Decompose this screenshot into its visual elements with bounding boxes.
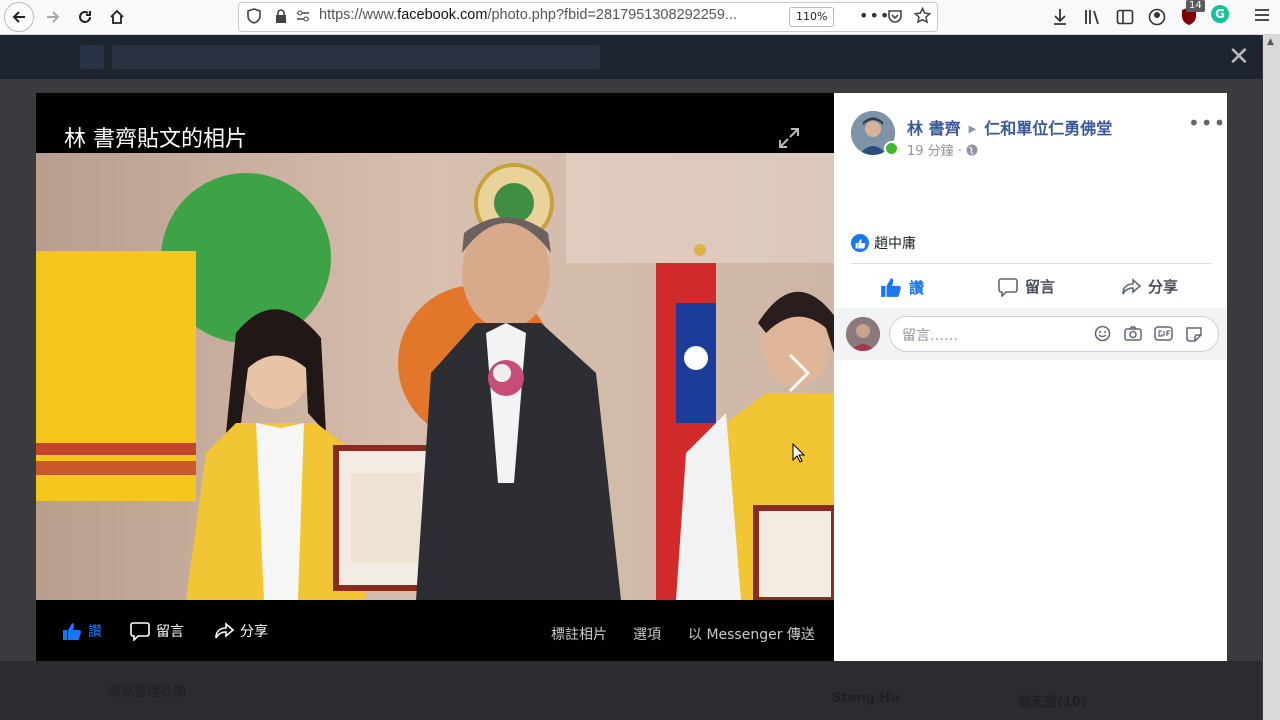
facebook-logo-icon xyxy=(80,45,104,69)
reactor-name: 趙中庸 xyxy=(874,236,916,252)
home-button[interactable] xyxy=(104,4,130,30)
page-scrollbar[interactable]: ▲ xyxy=(1263,35,1280,720)
commenter-avatar xyxy=(846,317,880,351)
post-share-button[interactable]: 分享 xyxy=(1121,276,1178,297)
globe-privacy-icon xyxy=(966,144,978,156)
chat-name-dimmed: Stang Hu xyxy=(832,691,900,706)
next-photo-arrow-icon[interactable] xyxy=(786,351,812,406)
sidebar-icon[interactable] xyxy=(1116,8,1134,30)
send-messenger-link[interactable]: 以 Messenger 傳送 xyxy=(688,624,815,644)
thumbs-up-icon xyxy=(881,278,901,297)
photo-stage: 林 書齊貼文的相片 讚 留言 分享 標註相片 選項 以 Messenger 傳送 xyxy=(36,93,834,661)
author-name-link[interactable]: 林 書齊 xyxy=(907,119,961,138)
photo-like-button[interactable]: 讚 xyxy=(62,621,102,641)
fullscreen-icon[interactable] xyxy=(778,127,800,155)
photo-action-bar: 讚 留言 分享 標註相片 選項 以 Messenger 傳送 xyxy=(36,600,834,661)
reload-button[interactable] xyxy=(72,4,98,30)
bookmark-star-icon[interactable] xyxy=(913,6,932,28)
options-link[interactable]: 選項 xyxy=(633,624,661,644)
post-comment-button[interactable]: 留言 xyxy=(998,276,1055,297)
online-status-indicator xyxy=(884,141,899,156)
menu-icon[interactable] xyxy=(1254,7,1270,27)
extension-badge: 14 xyxy=(1186,0,1205,12)
home-icon xyxy=(110,9,124,24)
lock-icon[interactable] xyxy=(275,8,287,28)
tracking-shield-icon[interactable] xyxy=(247,8,261,28)
back-arrow-icon xyxy=(12,11,25,23)
post-panel: 林 書齊 ▶ 仁和單位仁勇佛堂 19 分鐘 · ••• 趙中庸 讚 留言 分享 留言… xyxy=(834,93,1227,661)
group-name-link[interactable]: 仁和單位仁勇佛堂 xyxy=(984,119,1112,138)
zoom-level[interactable]: 110% xyxy=(789,7,835,27)
pocket-icon[interactable] xyxy=(887,8,903,28)
like-reaction-icon xyxy=(851,234,869,252)
thumbs-up-icon xyxy=(63,623,81,640)
photo-comment-button[interactable]: 留言 xyxy=(130,621,184,641)
permissions-icon[interactable] xyxy=(295,8,311,28)
reactions-summary[interactable]: 趙中庸 xyxy=(851,233,916,253)
photo-share-button[interactable]: 分享 xyxy=(214,621,268,641)
photo-title: 林 書齊貼文的相片 xyxy=(64,127,247,152)
scroll-up-icon[interactable]: ▲ xyxy=(1267,37,1276,47)
page-footer-dimmed: 商品管理社團 Stang Hu 聊天室(10) xyxy=(0,661,1262,720)
back-button[interactable] xyxy=(4,2,34,32)
gif-icon[interactable] xyxy=(1154,325,1173,346)
camera-icon[interactable] xyxy=(1124,325,1142,346)
ceremony-photo[interactable] xyxy=(36,153,834,600)
address-bar[interactable]: https://www.facebook.com/photo.php?fbid=… xyxy=(238,2,938,32)
comment-composer: 留言…… xyxy=(834,308,1227,360)
facebook-search-dimmed xyxy=(112,45,600,69)
comment-input[interactable]: 留言…… xyxy=(889,316,1219,352)
forward-arrow-icon xyxy=(47,11,60,23)
emoji-icon[interactable] xyxy=(1094,325,1111,346)
comment-icon xyxy=(130,622,150,641)
mouse-cursor-icon xyxy=(792,442,806,467)
account-icon[interactable] xyxy=(1148,8,1166,30)
page-actions-icon[interactable]: ••• xyxy=(859,6,890,25)
forward-button[interactable] xyxy=(40,4,66,30)
reactions-divider xyxy=(851,263,1211,264)
post-time[interactable]: 19 分鐘 · xyxy=(907,140,978,159)
comment-icon xyxy=(998,277,1018,297)
share-icon xyxy=(1122,277,1141,294)
post-like-button[interactable]: 讚 xyxy=(880,276,924,298)
browser-toolbar: https://www.facebook.com/photo.php?fbid=… xyxy=(0,0,1280,35)
sidebar-item-dimmed: 商品管理社團 xyxy=(108,685,187,700)
downloads-icon[interactable] xyxy=(1052,8,1068,30)
share-icon xyxy=(215,622,234,639)
close-photo-viewer-button[interactable]: ✕ xyxy=(1228,44,1250,70)
chat-label-dimmed: 聊天室(10) xyxy=(1018,695,1087,710)
reload-icon xyxy=(79,11,91,23)
comment-placeholder: 留言…… xyxy=(902,328,958,344)
post-options-icon[interactable]: ••• xyxy=(1188,111,1226,135)
ceremony-photo-image xyxy=(36,153,834,600)
tag-photo-link[interactable]: 標註相片 xyxy=(551,624,607,644)
url-text[interactable]: https://www.facebook.com/photo.php?fbid=… xyxy=(319,7,749,23)
posted-to-arrow-icon: ▶ xyxy=(968,124,977,135)
library-icon[interactable] xyxy=(1084,8,1102,30)
grammarly-extension-icon[interactable]: G xyxy=(1211,5,1229,23)
post-author-line: 林 書齊 ▶ 仁和單位仁勇佛堂 xyxy=(907,115,1112,139)
sticker-icon[interactable] xyxy=(1185,325,1203,346)
